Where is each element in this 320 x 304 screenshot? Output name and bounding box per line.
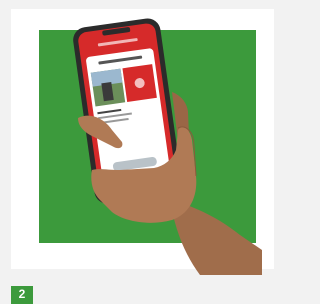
step-number-badge: 2 — [11, 286, 33, 304]
hand-holding-phone-illustration — [73, 18, 262, 275]
